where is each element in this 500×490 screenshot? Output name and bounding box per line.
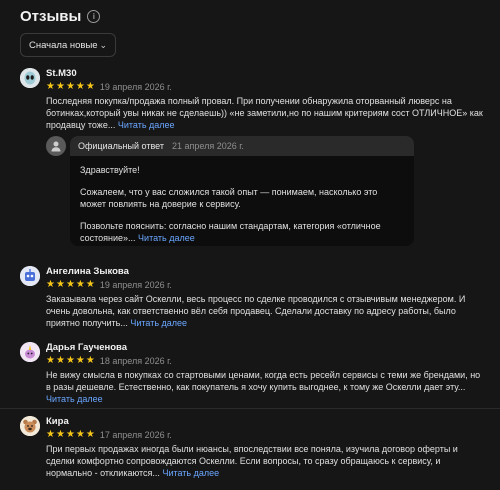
star-icon: ★	[75, 355, 85, 366]
star-icon: ★	[46, 355, 55, 366]
read-more-link[interactable]: Читать далее	[162, 468, 219, 478]
page-title: Отзывы	[20, 8, 82, 25]
review-text-body: При первых продажах иногда были нюансы, …	[46, 444, 458, 478]
robot-avatar-icon	[20, 266, 40, 286]
sort-dropdown[interactable]: Сначала новые ⌄	[20, 33, 116, 57]
reply-body: Здравствуйте! Сожалеем, что у вас сложил…	[70, 156, 414, 246]
star-icon: ★	[55, 355, 65, 366]
star-icon: ★	[55, 429, 65, 440]
sort-selected-label: Сначала новые	[29, 39, 98, 51]
avatar[interactable]	[20, 342, 40, 362]
reply-paragraph-text: Позвольте пояснить: согласно нашим станд…	[80, 221, 381, 243]
star-icon: ★	[46, 279, 55, 290]
star-icon: ★	[75, 81, 85, 92]
review-text-body: Не вижу смысла в покупках со стартовыми …	[46, 370, 481, 392]
reply-header: Официальный ответ 21 апреля 2026 г.	[70, 136, 414, 156]
review-date: 19 апреля 2026 г.	[99, 280, 172, 290]
read-more-link[interactable]: Читать далее	[130, 318, 187, 328]
avatar[interactable]	[20, 416, 40, 436]
review-date: 18 апреля 2026 г.	[99, 356, 172, 366]
shop-avatar	[46, 136, 66, 156]
read-more-link[interactable]: Читать далее	[138, 233, 195, 243]
star-icon: ★	[85, 355, 95, 366]
read-more-link[interactable]: Читать далее	[118, 120, 175, 130]
star-icon: ★	[55, 279, 65, 290]
star-icon: ★	[75, 429, 85, 440]
star-icon: ★	[46, 429, 55, 440]
reviews-header: Отзывы i	[20, 8, 101, 25]
bear-avatar-icon	[20, 416, 40, 436]
chevron-down-icon: ⌄	[99, 39, 107, 50]
rating-stars: ★ ★ ★ ★ ★	[46, 82, 95, 92]
star-icon: ★	[85, 81, 95, 92]
review-text-body: Заказывала через сайт Оскелли, весь проц…	[46, 294, 466, 328]
review-author[interactable]: Ангелина Зыкова	[46, 266, 486, 278]
divider	[0, 408, 500, 409]
star-icon: ★	[85, 429, 95, 440]
review-author[interactable]: St.M30	[46, 68, 486, 80]
reply-label: Официальный ответ	[78, 141, 164, 151]
reviews-page: Отзывы i Сначала новые ⌄ St.M30 ★ ★ ★ ★	[0, 0, 500, 490]
info-icon[interactable]: i	[87, 10, 101, 23]
rating-stars: ★ ★ ★ ★ ★	[46, 280, 95, 290]
reply-paragraph: Сожалеем, что у вас сложился такой опыт …	[80, 187, 378, 209]
review-author[interactable]: Кира	[46, 416, 486, 428]
star-icon: ★	[65, 279, 75, 290]
review-text-body: Последняя покупка/продажа полный провал.…	[46, 96, 483, 130]
rating-stars: ★ ★ ★ ★ ★	[46, 356, 95, 366]
star-icon: ★	[46, 81, 55, 92]
star-icon: ★	[85, 279, 95, 290]
read-more-link[interactable]: Читать далее	[46, 394, 103, 404]
user-icon	[51, 141, 61, 152]
star-icon: ★	[75, 279, 85, 290]
star-icon: ★	[65, 81, 75, 92]
review-date: 17 апреля 2026 г.	[99, 430, 172, 440]
rating-stars: ★ ★ ★ ★ ★	[46, 430, 95, 440]
review-text: Заказывала через сайт Оскелли, весь проц…	[46, 293, 486, 329]
review-text: Не вижу смысла в покупках со стартовыми …	[46, 369, 486, 405]
reply-date: 21 апреля 2026 г.	[171, 141, 244, 151]
review-author[interactable]: Дарья Гаученова	[46, 342, 486, 354]
alien-avatar-icon	[20, 68, 40, 88]
reply-greeting: Здравствуйте!	[80, 165, 140, 175]
avatar[interactable]	[20, 266, 40, 286]
review-text: При первых продажах иногда были нюансы, …	[46, 443, 486, 479]
unicorn-avatar-icon	[20, 342, 40, 362]
reply-paragraph-last: Позвольте пояснить: согласно нашим станд…	[80, 220, 404, 244]
star-icon: ★	[65, 355, 75, 366]
avatar[interactable]	[20, 68, 40, 88]
review-text: Последняя покупка/продажа полный провал.…	[46, 95, 486, 131]
review-date: 19 апреля 2026 г.	[99, 82, 172, 92]
star-icon: ★	[55, 81, 65, 92]
star-icon: ★	[65, 429, 75, 440]
